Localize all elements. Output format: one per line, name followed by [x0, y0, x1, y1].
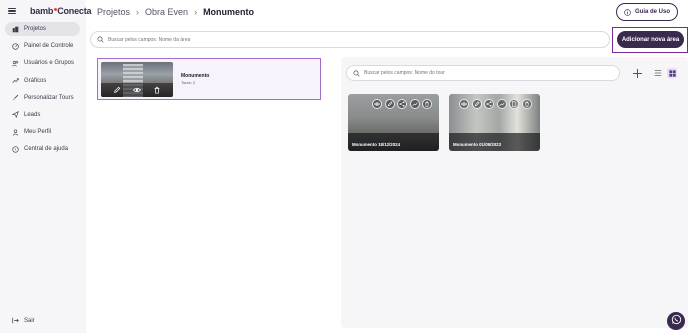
help-icon: ?	[12, 146, 19, 153]
share-icon[interactable]	[484, 99, 494, 109]
whatsapp-icon	[671, 312, 682, 330]
sidebar-item-leads[interactable]: Leads	[5, 108, 80, 122]
search-icon	[97, 36, 104, 43]
area-search	[90, 31, 610, 48]
tour-label: Monumento 01/09/2023	[453, 142, 502, 147]
sidebar-nav: Projetos Painel de Controle Usuários e G…	[5, 22, 80, 160]
chevron-right-icon: ›	[136, 7, 140, 17]
sidebar-item-label: Painel de Controle	[24, 43, 74, 50]
eye-icon[interactable]	[459, 99, 469, 109]
sidebar-item-label: Projetos	[24, 26, 47, 32]
trash-icon[interactable]	[153, 86, 161, 94]
pencil-icon[interactable]	[113, 86, 121, 94]
area-search-input[interactable]	[108, 36, 569, 43]
pencil-icon[interactable]	[471, 99, 482, 109]
area-tour-count: Tours: 2	[181, 80, 196, 85]
logout-icon	[12, 317, 19, 324]
eye-icon[interactable]	[372, 99, 382, 109]
tour-card[interactable]: Monumento 18/12/2024	[348, 94, 439, 151]
user-icon	[12, 129, 19, 136]
breadcrumb-root[interactable]: Projetos	[97, 7, 130, 17]
svg-text:?: ?	[14, 148, 16, 152]
tour-search-input[interactable]	[364, 70, 604, 76]
breadcrumb: Projetos › Obra Even › Monumento	[97, 7, 254, 17]
tour-label: Monumento 18/12/2024	[352, 142, 401, 147]
sidebar-item-ajuda[interactable]: ? Central de ajuda	[5, 142, 80, 156]
whatsapp-button[interactable]	[667, 312, 685, 330]
brush-icon	[12, 94, 19, 101]
logo: bamb Conecta	[30, 6, 92, 16]
share-icon[interactable]	[397, 99, 407, 109]
sidebar-item-label: Meu Perfil	[24, 129, 52, 136]
trend-icon[interactable]	[496, 99, 507, 109]
menu-icon[interactable]	[8, 7, 16, 15]
sidebar-item-label: Gráficos	[24, 77, 47, 84]
add-area-button[interactable]: Adicionar nova área	[617, 31, 684, 48]
add-tour-button[interactable]	[632, 68, 643, 79]
sidebar-item-label: Usuários e Grupos	[24, 60, 75, 67]
sidebar-item-label: Personalizar Tours	[24, 94, 74, 101]
chevron-right-icon: ›	[194, 7, 198, 17]
sidebar-item-perfil[interactable]: Meu Perfil	[5, 125, 80, 139]
list-view-icon[interactable]	[654, 69, 662, 77]
tour-card[interactable]: Monumento 01/09/2023	[449, 94, 540, 151]
logout-button[interactable]: Sair	[12, 317, 35, 324]
logout-label: Sair	[24, 317, 35, 324]
trash-icon[interactable]	[521, 99, 532, 109]
trash-icon[interactable]	[422, 99, 432, 109]
sidebar: bamb Conecta Projetos Painel de Controle …	[0, 0, 92, 333]
guide-label: Guia de Uso	[634, 9, 670, 15]
tour-actions	[459, 99, 532, 109]
sidebar-item-graficos[interactable]: Gráficos	[5, 74, 80, 88]
send-icon	[12, 111, 19, 119]
breadcrumb-parent[interactable]: Obra Even	[145, 7, 188, 17]
breadcrumb-current: Monumento	[203, 7, 255, 17]
pencil-icon[interactable]	[384, 99, 395, 109]
dashboard-icon	[12, 43, 19, 50]
area-title: Monumento	[181, 73, 210, 79]
grid-view-icon[interactable]	[667, 68, 677, 78]
tour-actions	[372, 99, 432, 109]
building-icon	[12, 26, 19, 33]
tour-search	[346, 65, 620, 81]
sidebar-item-usuarios[interactable]: Usuários e Grupos	[5, 56, 80, 70]
guide-button[interactable]: Guia de Uso	[616, 3, 678, 21]
sidebar-item-projetos[interactable]: Projetos	[5, 22, 80, 36]
sidebar-item-label: Central de ajuda	[24, 146, 69, 153]
area-thumbnail	[101, 62, 173, 97]
eye-icon[interactable]	[133, 86, 141, 94]
search-icon	[353, 69, 360, 77]
sidebar-item-label: Leads	[24, 111, 41, 118]
area-card[interactable]: Monumento Tours: 2	[97, 58, 321, 100]
brand: bamb Conecta	[8, 6, 92, 16]
document-icon[interactable]	[509, 99, 519, 109]
trend-icon[interactable]	[409, 99, 420, 109]
users-icon	[12, 60, 19, 67]
trend-chart-icon	[12, 77, 19, 84]
info-icon	[624, 8, 631, 16]
sidebar-item-painel[interactable]: Painel de Controle	[5, 39, 80, 53]
sidebar-item-personalizar[interactable]: Personalizar Tours	[5, 91, 80, 105]
